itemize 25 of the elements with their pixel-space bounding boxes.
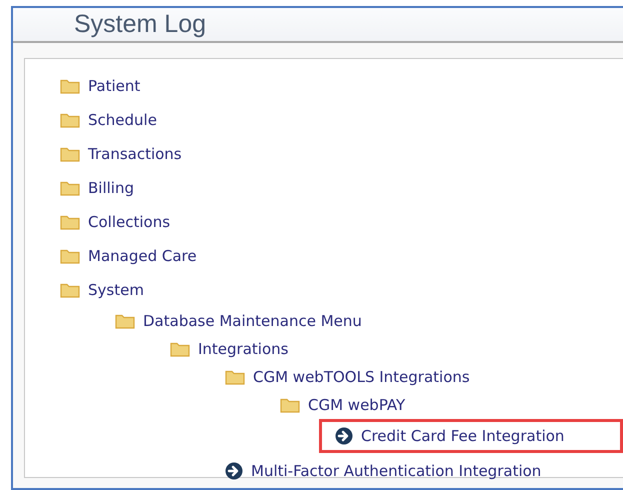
folder-icon bbox=[60, 112, 80, 128]
folder-icon bbox=[60, 146, 80, 162]
folder-link[interactable]: Transactions bbox=[88, 142, 182, 166]
folder-link[interactable]: System bbox=[88, 278, 144, 302]
folder-icon bbox=[60, 78, 80, 94]
report-link[interactable]: Credit Card Fee Integration bbox=[361, 424, 564, 448]
folder-link[interactable]: Schedule bbox=[88, 108, 157, 132]
window-title: System Log bbox=[74, 10, 206, 38]
report-link[interactable]: Multi-Factor Authentication Integration bbox=[251, 460, 542, 482]
folder-link[interactable]: Integrations bbox=[198, 338, 288, 360]
folder-link[interactable]: Patient bbox=[88, 74, 140, 98]
folder-icon bbox=[60, 282, 80, 298]
folder-icon bbox=[170, 341, 190, 357]
folder-link[interactable]: Managed Care bbox=[88, 244, 197, 268]
folder-link[interactable]: Billing bbox=[88, 176, 134, 200]
folder-icon bbox=[115, 313, 135, 329]
folder-icon bbox=[60, 214, 80, 230]
folder-icon bbox=[225, 369, 245, 385]
folder-icon bbox=[60, 180, 80, 196]
folder-link[interactable]: CGM webTOOLS Integrations bbox=[253, 366, 470, 388]
folder-link[interactable]: Database Maintenance Menu bbox=[143, 310, 362, 332]
folder-link[interactable]: CGM webPAY bbox=[308, 394, 406, 416]
folder-icon bbox=[280, 397, 300, 413]
folder-icon bbox=[60, 248, 80, 264]
folder-link[interactable]: Collections bbox=[88, 210, 170, 234]
